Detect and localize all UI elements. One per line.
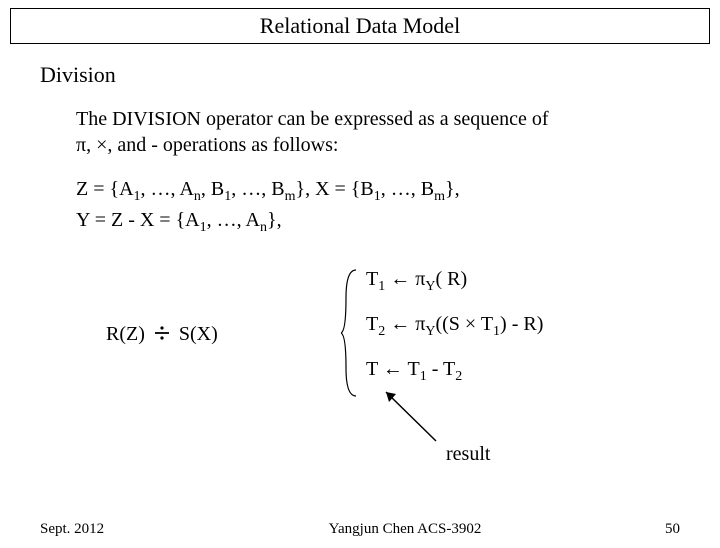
txt: },: [267, 209, 282, 231]
step-t1: T1 ← πY( R): [366, 268, 543, 295]
footer-center: Yangjun Chen ACS-3902: [190, 521, 620, 538]
intro-line1: The DIVISION operator can be expressed a…: [76, 108, 549, 130]
txt: T: [366, 268, 378, 290]
txt: T: [366, 313, 378, 335]
txt: ) - R): [500, 313, 543, 335]
formula-area: R(Z) S(X) T1 ← πY( R) T2 ← πY((S × T1) -…: [76, 268, 680, 428]
txt: - T: [427, 358, 456, 380]
sub: m: [434, 189, 445, 204]
sub: 1: [200, 220, 207, 235]
title-bar: Relational Data Model: [10, 8, 710, 44]
txt: ( R): [435, 268, 467, 290]
intro-text: The DIVISION operator can be expressed a…: [76, 106, 680, 158]
sub: 1: [374, 189, 381, 204]
lhs-right: S(X): [179, 323, 218, 345]
arrow-icon: [366, 386, 446, 452]
footer: Sept. 2012 Yangjun Chen ACS-3902 50: [0, 521, 720, 538]
lhs-left: R(Z): [106, 323, 145, 345]
txt: ← π: [385, 313, 425, 335]
step-t2: T2 ← πY((S × T1) - R): [366, 313, 543, 340]
z-def: Z = {A: [76, 178, 134, 200]
sub: n: [194, 189, 201, 204]
txt: ((S × T: [435, 313, 493, 335]
content-area: Division The DIVISION operator can be ex…: [0, 44, 720, 428]
txt: },: [445, 178, 460, 200]
txt: ← π: [385, 268, 425, 290]
txt: T: [366, 358, 383, 380]
intro-line2: π, ×, and - operations as follows:: [76, 134, 338, 156]
set-definitions: Z = {A1, …, An, B1, …, Bm}, X = {B1, …, …: [76, 176, 680, 238]
sub: 1: [493, 324, 500, 339]
txt: , …, B: [381, 178, 434, 200]
sub: 1: [420, 369, 427, 384]
sub: 2: [455, 369, 462, 384]
sub: n: [260, 220, 267, 235]
result-label: result: [446, 443, 490, 466]
y-def: Y = Z - X = {A: [76, 209, 200, 231]
txt: }, X = {B: [295, 178, 373, 200]
slide-title: Relational Data Model: [260, 13, 460, 38]
step-t: T ← T1 - T2: [366, 358, 543, 385]
divide-icon: [154, 324, 170, 347]
footer-date: Sept. 2012: [40, 521, 190, 538]
sub: Y: [425, 279, 435, 294]
txt: ← T: [383, 358, 420, 380]
steps-block: T1 ← πY( R) T2 ← πY((S × T1) - R) T ← T1…: [366, 268, 543, 403]
brace-icon: [341, 268, 361, 404]
sub: Y: [425, 324, 435, 339]
sub: m: [285, 189, 296, 204]
division-lhs: R(Z) S(X): [106, 323, 218, 347]
sub: 1: [134, 189, 141, 204]
footer-page: 50: [620, 521, 680, 538]
txt: , …, A: [141, 178, 194, 200]
txt: , …, A: [207, 209, 260, 231]
txt: , …, B: [231, 178, 284, 200]
section-heading: Division: [40, 62, 680, 88]
txt: , B: [201, 178, 224, 200]
